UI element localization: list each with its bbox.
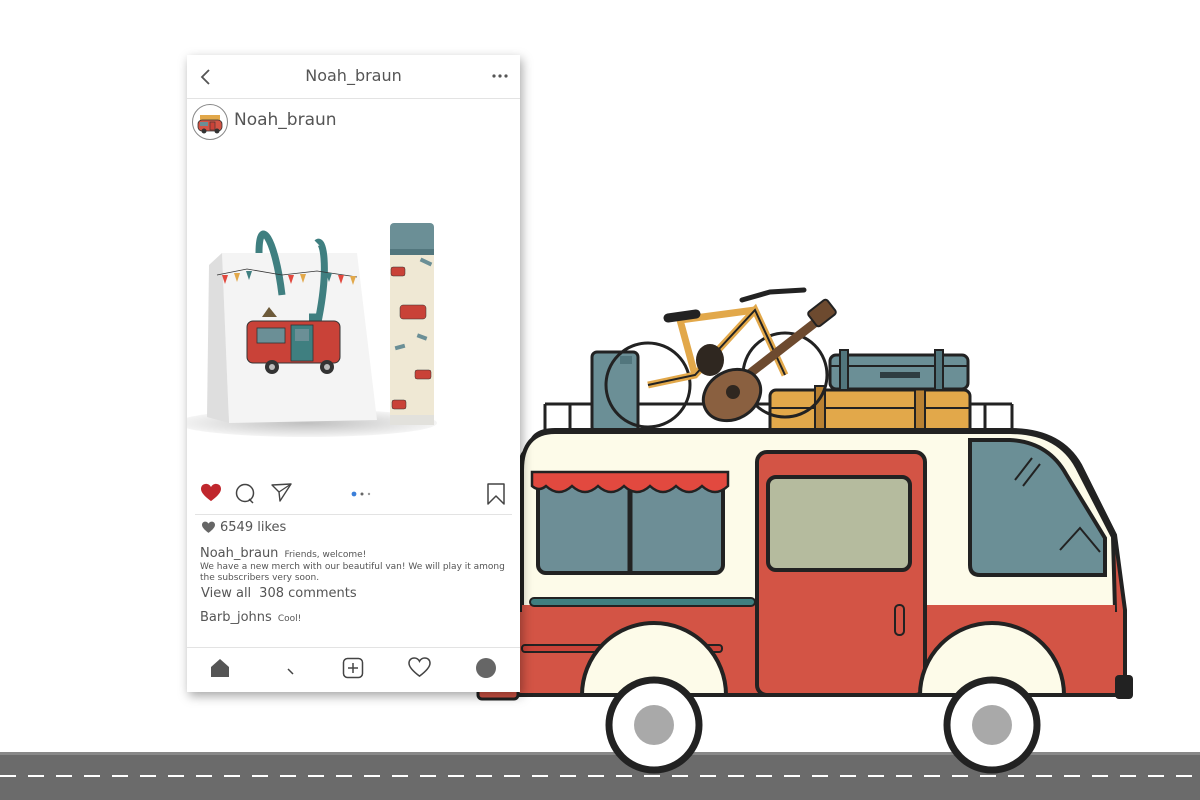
heart-icon[interactable] xyxy=(408,657,431,678)
top-bar: Noah_braun xyxy=(187,55,520,99)
add-post-icon[interactable] xyxy=(342,657,364,679)
comment-text: Cool! xyxy=(277,614,302,624)
divider xyxy=(187,647,520,648)
more-options-icon[interactable] xyxy=(492,73,508,79)
caption-title: Friends, welcome! xyxy=(284,550,367,560)
luggage-case-icon xyxy=(828,349,970,391)
rear-wheel xyxy=(579,621,729,774)
instagram-post-card: Noah_braun Noah_braun 6549 likes Noah_br… xyxy=(187,55,520,692)
comment-count: 308 comments xyxy=(259,586,357,601)
post-actions xyxy=(187,483,520,513)
front-wheel xyxy=(917,621,1067,774)
caption-body: We have a new merch with our beautiful v… xyxy=(200,562,505,583)
bookmark-icon[interactable] xyxy=(487,483,505,505)
caption-username[interactable]: Noah_braun xyxy=(200,546,278,561)
comment-username[interactable]: Barb_johns xyxy=(200,610,272,625)
comment-icon[interactable] xyxy=(234,483,256,505)
view-all-label: View all xyxy=(201,586,252,601)
profile-icon[interactable] xyxy=(475,657,497,679)
divider xyxy=(195,514,512,515)
comment-item: Barb_johns Cool! xyxy=(200,606,301,625)
post-header: Noah_braun xyxy=(192,104,512,142)
bottom-nav xyxy=(187,653,520,687)
tote-bag xyxy=(207,230,377,423)
view-comments-link[interactable]: View all 308 comments xyxy=(201,586,357,601)
van-avatar-icon xyxy=(197,115,223,134)
share-send-icon[interactable] xyxy=(271,483,293,503)
thermos-bottle xyxy=(390,223,434,425)
avatar[interactable] xyxy=(192,104,228,140)
backpack-icon xyxy=(696,344,724,376)
search-icon[interactable] xyxy=(283,663,297,677)
post-photo[interactable] xyxy=(187,145,520,535)
likes-count[interactable]: 6549 likes xyxy=(201,520,286,535)
like-heart-icon[interactable] xyxy=(200,483,222,503)
likes-label: 6549 likes xyxy=(220,520,287,535)
camper-van-illustration xyxy=(476,287,1133,774)
carousel-indicator xyxy=(351,491,371,497)
post-caption: Noah_braun Friends, welcome! We have a ne… xyxy=(200,542,510,584)
home-icon[interactable] xyxy=(209,657,231,679)
jerrycan-icon xyxy=(590,350,640,434)
page-title: Noah_braun xyxy=(305,66,402,85)
post-author[interactable]: Noah_braun xyxy=(234,110,337,130)
small-heart-icon xyxy=(202,521,215,533)
